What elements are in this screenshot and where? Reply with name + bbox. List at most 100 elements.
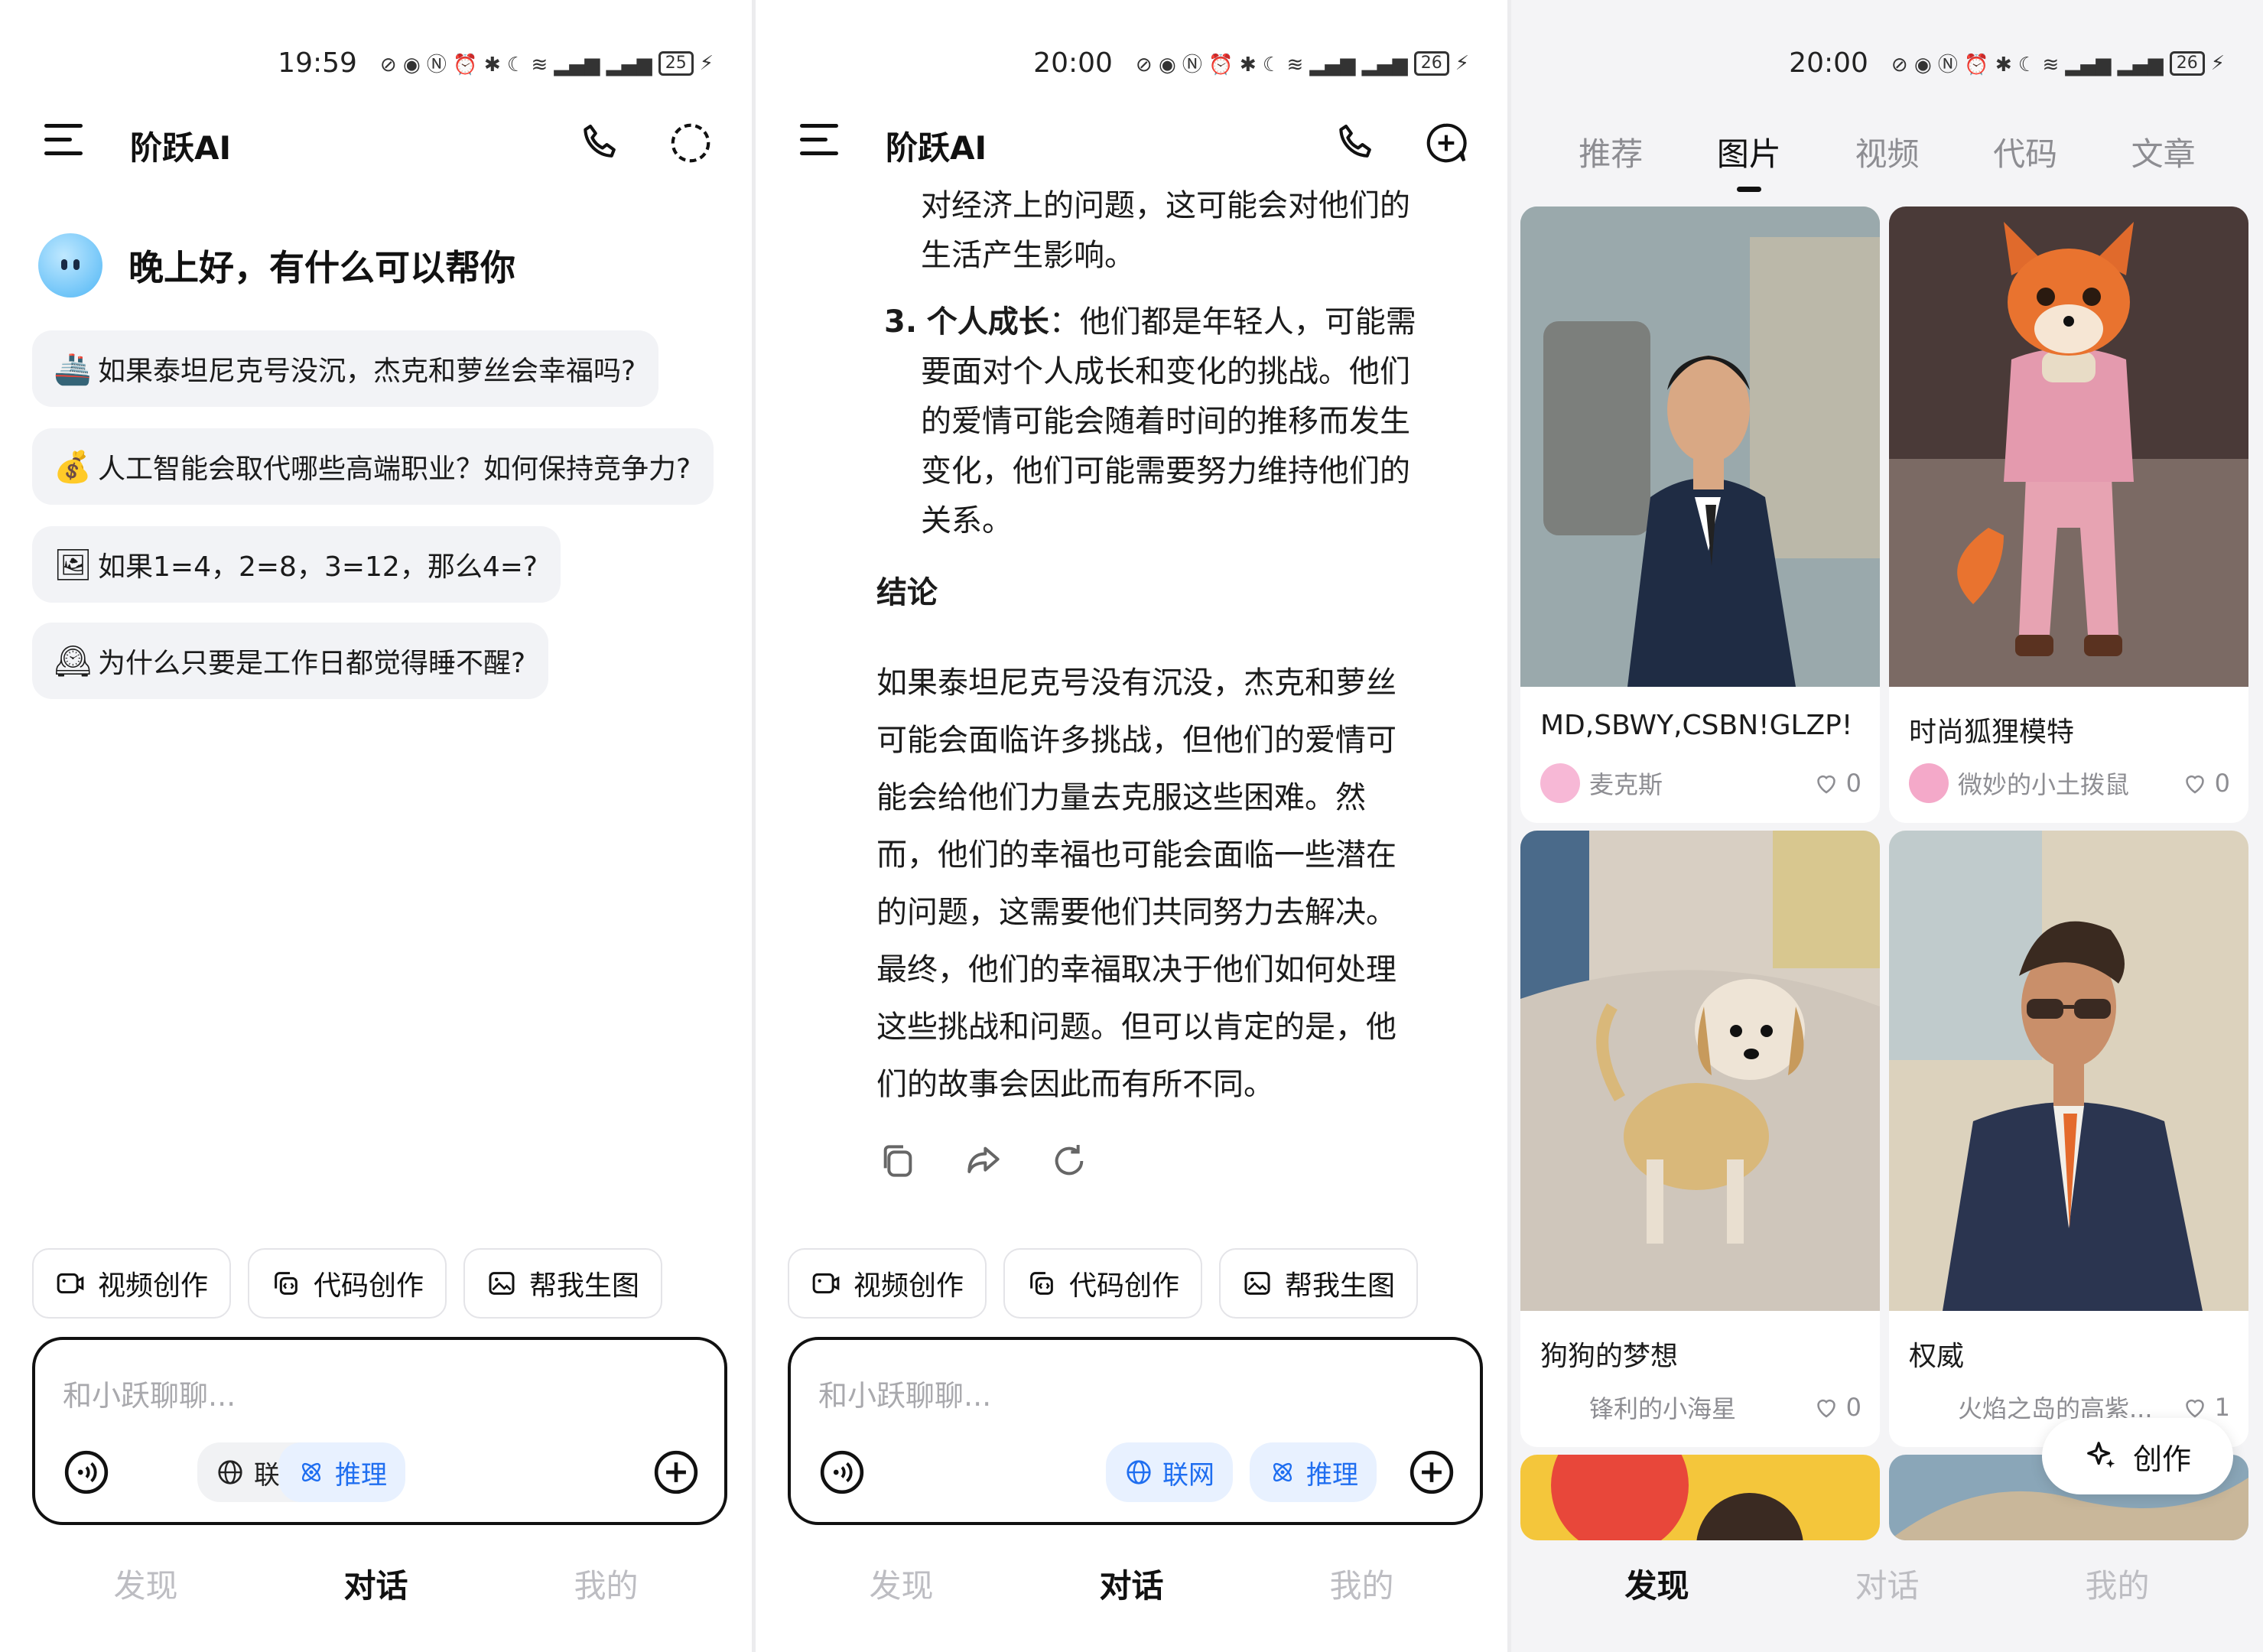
author-name[interactable]: 微妙的小土拨鼠 — [1958, 766, 2181, 801]
chat-input-placeholder[interactable]: 和小跃聊聊... — [63, 1372, 236, 1414]
greeting-row: 晚上好，有什么可以帮你 — [38, 233, 515, 298]
author-name[interactable]: 麦克斯 — [1589, 766, 1813, 801]
tab-videos[interactable]: 视频 — [1855, 128, 1919, 175]
answer-text-line: 而，他们的幸福也可能会面临一些潜在 — [876, 837, 1396, 873]
voice-input-icon[interactable] — [63, 1449, 110, 1496]
add-attachment-icon[interactable] — [1408, 1449, 1455, 1496]
fox-model-illustration — [1889, 206, 2248, 687]
nav-chat[interactable]: 对话 — [315, 1560, 437, 1607]
image-card[interactable]: 权威 火焰之岛的高紫... 1 — [1889, 831, 2248, 1447]
like-button[interactable]: 0 — [1813, 1393, 1861, 1422]
reasoning-label: 推理 — [1306, 1459, 1358, 1491]
suggestion-item[interactable]: 🚢 如果泰坦尼克号没沉，杰克和萝丝会幸福吗? — [32, 330, 659, 407]
image-create-chip[interactable]: 帮我生图 — [1219, 1248, 1419, 1319]
image-card[interactable] — [1520, 1455, 1880, 1540]
nav-me[interactable]: 我的 — [1301, 1560, 1423, 1607]
share-icon[interactable] — [962, 1140, 1005, 1182]
phone-call-icon[interactable] — [1333, 119, 1380, 167]
author-avatar — [1540, 1387, 1580, 1427]
regenerate-icon[interactable] — [1048, 1140, 1091, 1182]
like-button[interactable]: 0 — [2181, 769, 2230, 798]
nav-discover[interactable]: 发现 — [85, 1560, 207, 1607]
code-create-chip[interactable]: 代码创作 — [248, 1248, 447, 1319]
author-avatar — [1540, 763, 1580, 803]
globe-icon — [1127, 1460, 1151, 1485]
chip-label: 视频创作 — [98, 1270, 209, 1302]
create-button[interactable]: 创作 — [2042, 1418, 2233, 1494]
nav-chat[interactable]: 对话 — [1071, 1560, 1193, 1607]
bottom-nav: 发现 对话 我的 — [756, 1560, 1507, 1607]
phone-call-icon[interactable] — [577, 119, 625, 167]
nav-discover[interactable]: 发现 — [840, 1560, 963, 1607]
video-create-chip[interactable]: 视频创作 — [788, 1248, 987, 1319]
phone-chat-screen: 20:00 ⊘ ◉ Ⓝ ⏰ ✱ ☾ ≋ ▂▄▆ ▂▄▆ 26 ⚡ 阶跃AI 对经济… — [756, 0, 1507, 1652]
tab-recommended[interactable]: 推荐 — [1579, 128, 1643, 175]
status-bar: 19:59 ⊘ ◉ Ⓝ ⏰ ✱ ☾ ≋ ▂▄▆ ▂▄▆ 25 ⚡ — [278, 47, 714, 79]
menu-icon[interactable] — [44, 124, 86, 159]
answer-text-line: 生活产生影响。 — [921, 238, 1135, 273]
author-avatar — [1909, 1387, 1949, 1427]
create-label: 创作 — [2132, 1442, 2191, 1476]
screenshot-board: 19:59 ⊘ ◉ Ⓝ ⏰ ✱ ☾ ≋ ▂▄▆ ▂▄▆ 25 ⚡ 阶跃AI 晚上好… — [0, 0, 2263, 1652]
image-card[interactable]: 狗狗的梦想 锋利的小海星 0 — [1520, 831, 1880, 1447]
image-create-chip[interactable]: 帮我生图 — [463, 1248, 663, 1319]
man-in-suit-illustration — [1520, 206, 1880, 687]
list-number: 3. — [884, 304, 918, 340]
answer-text-line: 最终，他们的幸福取决于他们如何处理 — [876, 952, 1396, 987]
image-card[interactable]: 时尚狐狸模特 微妙的小土拨鼠 0 — [1889, 206, 2248, 823]
bottom-nav: 发现 对话 我的 — [0, 1560, 752, 1607]
code-create-chip[interactable]: 代码创作 — [1003, 1248, 1203, 1319]
suggestion-item[interactable]: 🕰 为什么只要是工作日都觉得睡不醒? — [32, 623, 549, 699]
nav-chat[interactable]: 对话 — [1826, 1560, 1949, 1607]
video-create-chip[interactable]: 视频创作 — [32, 1248, 232, 1319]
suggestion-item[interactable]: 🖼 如果1=4，2=8，3=12，那么4=? — [32, 526, 561, 603]
code-icon — [275, 1272, 298, 1295]
card-title: 狗狗的梦想 — [1540, 1341, 1679, 1372]
nav-me[interactable]: 我的 — [545, 1560, 668, 1607]
answer-text-line: 们的故事会因此而有所不同。 — [876, 1067, 1274, 1102]
like-count: 0 — [2214, 769, 2230, 798]
image-card[interactable]: MD,SBWY,CSBN!GLZP! 麦克斯 0 — [1520, 206, 1880, 823]
card-meta: 微妙的小土拨鼠 0 — [1909, 763, 2230, 803]
app-title: 阶跃AI — [886, 129, 987, 167]
sunglasses-man-painting — [1889, 831, 2248, 1311]
like-count: 1 — [2214, 1393, 2230, 1422]
image-icon — [1244, 1272, 1270, 1295]
chat-input-box[interactable]: 和小跃聊聊... 联网 推理 — [788, 1337, 1483, 1525]
app-header: 阶跃AI — [756, 115, 1507, 168]
new-chat-icon[interactable] — [1423, 119, 1470, 167]
app-title: 阶跃AI — [130, 129, 232, 167]
content-tabs: 推荐 图片 视频 代码 文章 — [1511, 128, 2263, 192]
like-button[interactable]: 0 — [1813, 769, 1861, 798]
status-time: 20:00 — [1033, 47, 1113, 79]
status-icons: ⊘ ◉ Ⓝ ⏰ ✱ ☾ ≋ ▂▄▆ ▂▄▆ 25 ⚡ — [379, 50, 714, 76]
chat-input-box[interactable]: 和小跃聊聊... 联网 推理 — [32, 1337, 727, 1525]
add-attachment-icon[interactable] — [652, 1449, 700, 1496]
voice-input-icon[interactable] — [818, 1449, 866, 1496]
nav-me[interactable]: 我的 — [2057, 1560, 2179, 1607]
chip-label: 帮我生图 — [529, 1270, 640, 1302]
new-chat-dashed-icon[interactable] — [667, 119, 714, 167]
copy-icon[interactable] — [876, 1140, 919, 1182]
tab-articles[interactable]: 文章 — [2131, 128, 2196, 175]
tab-images[interactable]: 图片 — [1717, 128, 1781, 192]
mascot-avatar-icon — [38, 233, 102, 298]
heart-icon — [1816, 1399, 1835, 1418]
clock-icon: 🕰 — [54, 643, 93, 679]
greeting-text: 晚上好，有什么可以帮你 — [128, 247, 515, 288]
list-item-text: ：他们都是年轻人，可能需 — [1049, 304, 1416, 340]
status-bar: 20:00 ⊘ ◉ Ⓝ ⏰ ✱ ☾ ≋ ▂▄▆ ▂▄▆ 26 ⚡ — [1789, 47, 2225, 79]
web-search-toggle[interactable]: 联网 — [1106, 1442, 1233, 1502]
nav-discover[interactable]: 发现 — [1596, 1560, 1718, 1607]
chat-input-placeholder[interactable]: 和小跃聊聊... — [818, 1372, 991, 1414]
suggestion-item[interactable]: 💰 人工智能会取代哪些高端职业？如何保持竞争力? — [32, 428, 714, 505]
reasoning-toggle[interactable]: 推理 — [1250, 1442, 1377, 1502]
menu-icon[interactable] — [800, 124, 841, 159]
card-meta: 锋利的小海星 0 — [1540, 1387, 1861, 1427]
tab-code[interactable]: 代码 — [1993, 128, 2057, 175]
phone-home-screen: 19:59 ⊘ ◉ Ⓝ ⏰ ✱ ☾ ≋ ▂▄▆ ▂▄▆ 25 ⚡ 阶跃AI 晚上好… — [0, 0, 752, 1652]
answer-text-line: 的爱情可能会随着时间的推移而发生 — [921, 404, 1410, 439]
reasoning-toggle[interactable]: 推理 — [278, 1442, 405, 1502]
author-name[interactable]: 锋利的小海星 — [1589, 1390, 1813, 1425]
like-count: 0 — [1845, 1393, 1861, 1422]
